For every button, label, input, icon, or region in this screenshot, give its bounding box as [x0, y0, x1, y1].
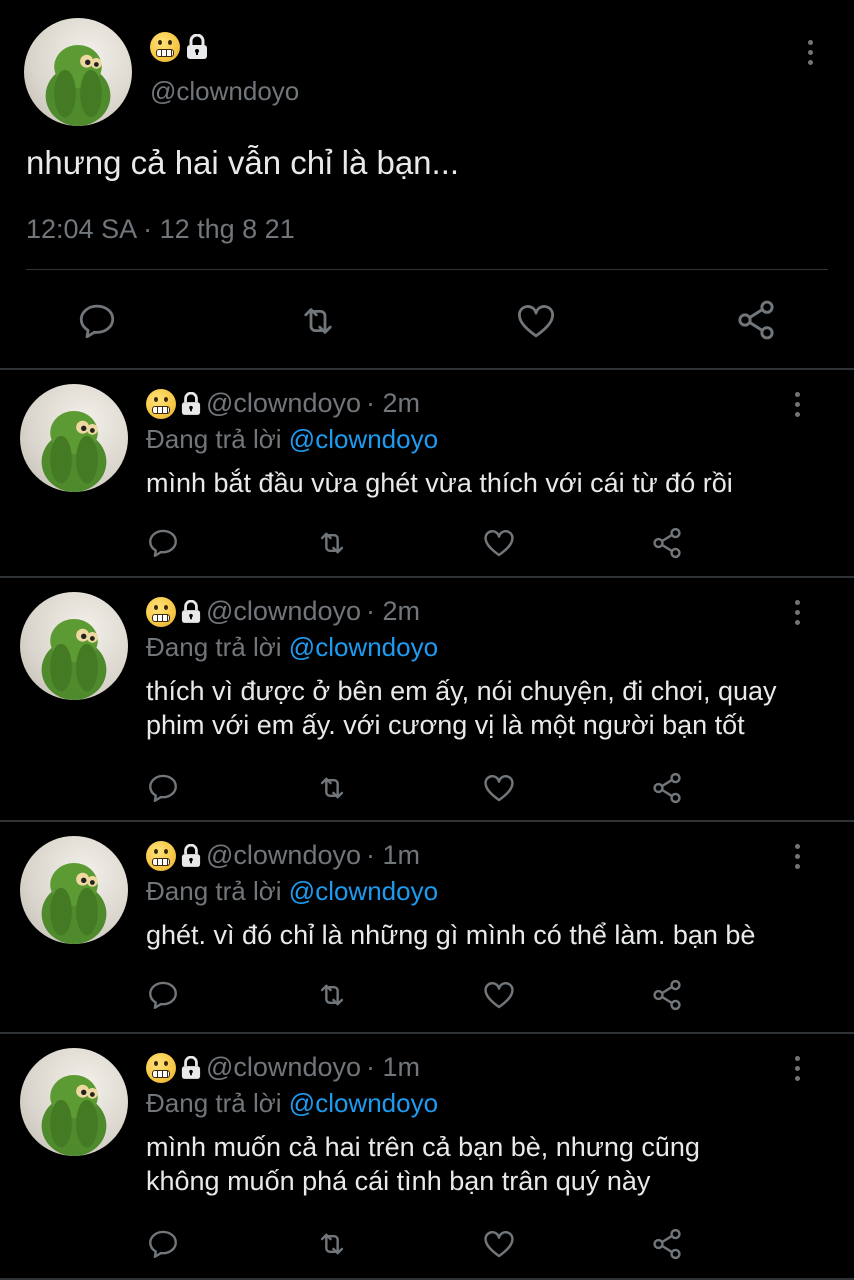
more-vertical-icon[interactable]: [793, 844, 801, 869]
retweet-icon[interactable]: [313, 978, 351, 1012]
retweet-icon[interactable]: [313, 771, 351, 805]
share-icon[interactable]: [734, 298, 778, 342]
reply-icon[interactable]: [146, 526, 180, 560]
reply-header: @clowndoyo · 2m: [146, 388, 420, 419]
reply-header: @clowndoyo · 2m: [146, 596, 420, 627]
retweet-icon[interactable]: [313, 1227, 351, 1261]
reply-text: mình bắt đầu vừa ghét vừa thích với cái …: [146, 466, 826, 500]
avatar[interactable]: [20, 592, 128, 700]
grimacing-emoji-icon: [146, 1052, 176, 1083]
author-handle[interactable]: @clowndoyo: [206, 388, 361, 419]
lock-icon: [181, 391, 201, 416]
share-icon[interactable]: [650, 978, 684, 1012]
replying-to-label: Đang trả lời: [146, 1088, 282, 1118]
like-icon[interactable]: [481, 1227, 517, 1261]
author-handle[interactable]: @clowndoyo: [206, 840, 361, 871]
divider: [26, 269, 828, 270]
author-name-row: [150, 32, 208, 62]
lock-icon: [181, 843, 201, 868]
share-icon[interactable]: [650, 526, 684, 560]
replying-to: Đang trả lời @clowndoyo: [146, 1088, 438, 1119]
like-icon[interactable]: [481, 526, 517, 560]
reply-time[interactable]: · 2m: [366, 596, 420, 627]
mention-link[interactable]: @clowndoyo: [289, 1088, 438, 1118]
mention-link[interactable]: @clowndoyo: [289, 424, 438, 454]
replying-to-label: Đang trả lời: [146, 632, 282, 662]
more-vertical-icon[interactable]: [793, 600, 801, 625]
reply-icon[interactable]: [146, 1227, 180, 1261]
grimacing-emoji-icon: [146, 840, 176, 871]
retweet-icon[interactable]: [296, 300, 340, 342]
reply-tweet[interactable]: @clowndoyo · 1m Đang trả lời @clowndoyo …: [0, 1036, 854, 1280]
replying-to-label: Đang trả lời: [146, 424, 282, 454]
like-icon[interactable]: [481, 771, 517, 805]
lock-icon: [181, 1055, 201, 1080]
replying-to: Đang trả lời @clowndoyo: [146, 632, 438, 663]
avatar[interactable]: [20, 384, 128, 492]
reply-header: @clowndoyo · 1m: [146, 840, 420, 871]
tweet-text: nhưng cả hai vẫn chỉ là bạn...: [26, 144, 460, 181]
avatar[interactable]: [24, 18, 132, 126]
mention-link[interactable]: @clowndoyo: [289, 876, 438, 906]
grimacing-emoji-icon: [146, 596, 176, 627]
tweet-timestamp[interactable]: 12:04 SA · 12 thg 8 21: [26, 214, 295, 245]
reply-text: thích vì được ở bên em ấy, nói chuyện, đ…: [146, 674, 826, 742]
reply-icon[interactable]: [146, 771, 180, 805]
reply-text-line: thích vì được ở bên em ấy, nói chuyện, đ…: [146, 676, 777, 706]
reply-text-line: mình muốn cả hai trên cả bạn bè, nhưng c…: [146, 1132, 700, 1162]
reply-icon[interactable]: [76, 300, 118, 342]
author-handle[interactable]: @clowndoyo: [206, 596, 361, 627]
author-handle[interactable]: @clowndoyo: [150, 76, 299, 107]
like-icon[interactable]: [514, 300, 558, 342]
share-icon[interactable]: [650, 771, 684, 805]
reply-time[interactable]: · 2m: [366, 388, 420, 419]
retweet-icon[interactable]: [313, 526, 351, 560]
replying-to: Đang trả lời @clowndoyo: [146, 876, 438, 907]
lock-icon: [186, 34, 208, 60]
grimacing-emoji-icon: [150, 32, 180, 62]
reply-time[interactable]: · 1m: [366, 1052, 420, 1083]
reply-text-line: mình bắt đầu vừa ghét vừa thích với cái …: [146, 468, 733, 498]
author-handle[interactable]: @clowndoyo: [206, 1052, 361, 1083]
grimacing-emoji-icon: [146, 388, 176, 419]
avatar[interactable]: [20, 1048, 128, 1156]
reply-text: ghét. vì đó chỉ là những gì mình có thể …: [146, 918, 826, 952]
more-vertical-icon[interactable]: [793, 392, 801, 417]
reply-text: mình muốn cả hai trên cả bạn bè, nhưng c…: [146, 1130, 826, 1198]
reply-tweet[interactable]: @clowndoyo · 2m Đang trả lời @clowndoyo …: [0, 372, 854, 578]
avatar[interactable]: [20, 836, 128, 944]
mention-link[interactable]: @clowndoyo: [289, 632, 438, 662]
lock-icon: [181, 599, 201, 624]
more-vertical-icon[interactable]: [806, 40, 814, 65]
share-icon[interactable]: [650, 1227, 684, 1261]
replying-to-label: Đang trả lời: [146, 876, 282, 906]
reply-time[interactable]: · 1m: [366, 840, 420, 871]
reply-header: @clowndoyo · 1m: [146, 1052, 420, 1083]
reply-text-line: ghét. vì đó chỉ là những gì mình có thể …: [146, 920, 756, 950]
reply-text-line: không muốn phá cái tình bạn trân quý này: [146, 1166, 651, 1196]
reply-tweet[interactable]: @clowndoyo · 1m Đang trả lời @clowndoyo …: [0, 824, 854, 1034]
like-icon[interactable]: [481, 978, 517, 1012]
main-tweet: @clowndoyo nhưng cả hai vẫn chỉ là bạn..…: [0, 0, 854, 370]
reply-text-line: phim với em ấy. với cương vị là một ngườ…: [146, 710, 745, 740]
more-vertical-icon[interactable]: [793, 1056, 801, 1081]
reply-icon[interactable]: [146, 978, 180, 1012]
reply-tweet[interactable]: @clowndoyo · 2m Đang trả lời @clowndoyo …: [0, 580, 854, 822]
replying-to: Đang trả lời @clowndoyo: [146, 424, 438, 455]
